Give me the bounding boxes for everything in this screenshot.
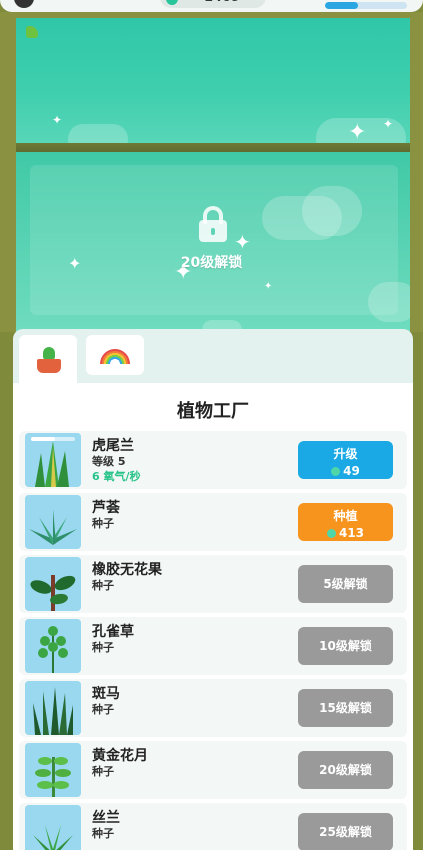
level-progress-fill (325, 2, 358, 9)
level-progress-bar (325, 2, 407, 9)
rubber-fig-icon (25, 557, 81, 611)
plant-name: 孔雀草 (92, 624, 134, 640)
plant-row: 斑马 种子 15级解锁 (19, 679, 407, 737)
plant-status: 等级 5 (92, 455, 126, 468)
locked-unlock-button[interactable]: 15级解锁 (298, 689, 393, 727)
tab-rainbow[interactable] (86, 335, 144, 375)
plant-name: 虎尾兰 (92, 438, 134, 454)
button-cost: 49 (298, 464, 393, 478)
factory-panel: 植物工厂 虎尾兰 等级 56 氧气/秒 升级 49 芦荟 种子 种植 413 橡胶无花果 种子 5级… (13, 329, 413, 850)
plant-name: 丝兰 (92, 810, 120, 826)
potted-cactus-icon (37, 347, 61, 373)
window-crossbar (16, 143, 410, 152)
button-label: 种植 (333, 509, 358, 523)
plant-status: 种子 (92, 579, 114, 592)
top-bar: 1409 (0, 0, 423, 12)
currency-display: 1409 (160, 0, 266, 8)
lock-icon (199, 206, 227, 242)
plant-row: 黄金花月 种子 20级解锁 (19, 741, 407, 799)
plant-button[interactable]: 种植 413 (298, 503, 393, 541)
sparkle-icon: ✦ (383, 117, 394, 131)
oxygen-coin-icon (326, 529, 336, 538)
currency-amount: 1409 (204, 0, 240, 5)
plant-name: 橡胶无花果 (92, 562, 162, 578)
plant-name: 斑马 (92, 686, 120, 702)
snake-plant-icon (25, 433, 81, 487)
factory-list-area: 植物工厂 虎尾兰 等级 56 氧气/秒 升级 49 芦荟 种子 种植 413 橡胶无花果 种子 5级… (13, 383, 413, 850)
tab-plants[interactable] (19, 335, 77, 383)
plant-status: 种子 (92, 827, 114, 840)
oxygen-coin-icon (331, 467, 341, 476)
growth-progress-bar (31, 437, 75, 441)
upgrade-button[interactable]: 升级 49 (298, 441, 393, 479)
plant-status: 种子 (92, 641, 114, 654)
oxygen-rate: 6 氧气/秒 (92, 470, 141, 483)
plant-row: 橡胶无花果 种子 5级解锁 (19, 555, 407, 613)
yucca-icon (25, 805, 81, 850)
cost-amount: 413 (338, 526, 365, 540)
peacock-plant-icon (25, 619, 81, 673)
plant-name: 黄金花月 (92, 748, 148, 764)
jade-plant-icon (25, 743, 81, 797)
button-label: 升级 (333, 447, 358, 461)
zebra-plant-icon (25, 681, 81, 735)
plant-status: 种子 (92, 517, 114, 530)
locked-unlock-button[interactable]: 25级解锁 (298, 813, 393, 850)
oxygen-coin-icon (166, 0, 178, 5)
plant-name: 芦荟 (92, 500, 120, 516)
aloe-icon (25, 495, 81, 549)
locked-unlock-button[interactable]: 10级解锁 (298, 627, 393, 665)
plant-status: 种子 (92, 765, 114, 778)
plant-row: 芦荟 种子 种植 413 (19, 493, 407, 551)
plant-row: 丝兰 种子 25级解锁 (19, 803, 407, 850)
plant-row: 虎尾兰 等级 5 6 氧气/秒 升级 49 (19, 431, 407, 489)
rainbow-icon (100, 349, 130, 364)
plant-status: 种子 (92, 703, 114, 716)
locked-unlock-button[interactable]: 5级解锁 (298, 565, 393, 603)
sparkle-icon: ✦ (348, 120, 367, 144)
upper-window-pane: ✦ ✦ ✦ (16, 18, 410, 143)
plant-row: 孔雀草 种子 10级解锁 (19, 617, 407, 675)
locked-unlock-button[interactable]: 20级解锁 (298, 751, 393, 789)
locked-slot-label: 20级解锁 (180, 255, 243, 271)
button-cost: 413 (298, 526, 393, 540)
sparkle-icon: ✦ (52, 113, 63, 127)
factory-title: 植物工厂 (177, 401, 249, 422)
cost-amount: 49 (343, 464, 360, 478)
settings-gear-icon[interactable] (14, 0, 34, 8)
